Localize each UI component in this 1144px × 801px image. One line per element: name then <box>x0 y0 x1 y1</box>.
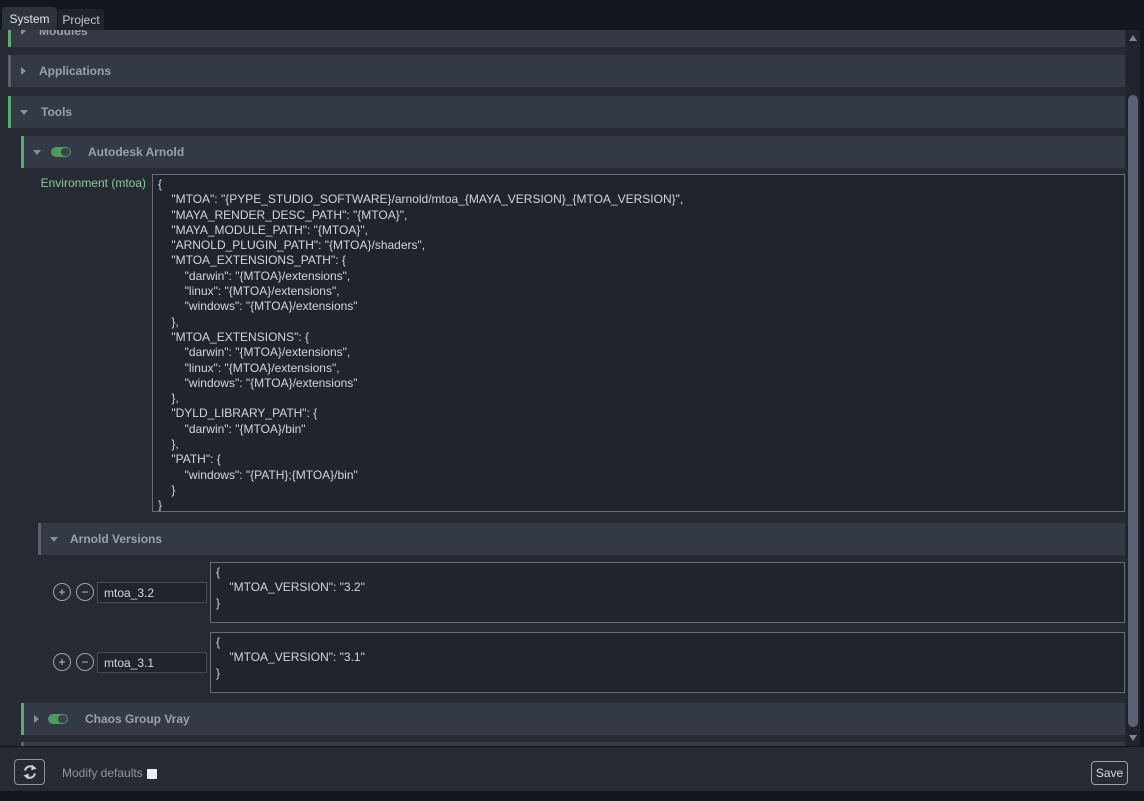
expanded-arrow-icon <box>20 110 28 115</box>
section-header-autodesk-arnold[interactable]: Autodesk Arnold <box>21 136 1125 168</box>
enabled-toggle[interactable] <box>48 714 68 724</box>
section-header-modules[interactable]: Modules <box>8 30 1125 47</box>
environment-field-label: Environment (mtoa) <box>0 176 146 190</box>
add-item-button[interactable]: + <box>53 583 71 601</box>
tab-bar: System Project <box>0 0 1144 30</box>
version-json-editor[interactable]: { "MTOA_VERSION": "3.1" } <box>210 632 1125 693</box>
minus-icon: − <box>81 585 88 599</box>
minus-icon: − <box>81 655 88 669</box>
plus-icon: + <box>58 655 65 669</box>
expanded-arrow-icon <box>33 150 41 155</box>
version-name-input[interactable] <box>97 582 207 603</box>
plus-icon: + <box>58 585 65 599</box>
section-label: Chaos Group Vray <box>85 712 190 726</box>
section-label: Modules <box>39 30 88 38</box>
version-row: + − { "MTOA_VERSION": "3.2" } <box>0 562 1126 623</box>
settings-scroll-area: Modules Applications Tools Autodesk Arno… <box>0 30 1126 746</box>
vertical-scrollbar[interactable] <box>1126 30 1140 746</box>
section-label: Applications <box>39 64 111 78</box>
scroll-up-icon[interactable] <box>1129 35 1137 41</box>
expanded-arrow-icon <box>50 537 58 542</box>
save-button[interactable]: Save <box>1091 761 1128 785</box>
modify-defaults-checkbox[interactable] <box>147 769 157 779</box>
refresh-icon <box>22 764 38 780</box>
collapsed-arrow-icon <box>21 30 26 35</box>
enabled-toggle[interactable] <box>51 147 71 157</box>
tab-system[interactable]: System <box>2 7 57 30</box>
collapsed-arrow-icon <box>34 715 39 723</box>
version-name-input[interactable] <box>97 652 207 673</box>
version-row: + − { "MTOA_VERSION": "3.1" } <box>0 632 1126 693</box>
window-bottom-edge <box>0 791 1144 801</box>
remove-item-button[interactable]: − <box>76 653 94 671</box>
section-header-chaos-group-vray[interactable]: Chaos Group Vray <box>21 703 1125 735</box>
version-json-editor[interactable]: { "MTOA_VERSION": "3.2" } <box>210 562 1125 623</box>
environment-json-editor[interactable]: { "MTOA": "{PYPE_STUDIO_SOFTWARE}/arnold… <box>152 174 1125 512</box>
collapsed-arrow-icon <box>21 67 26 75</box>
tab-project[interactable]: Project <box>58 9 104 30</box>
add-item-button[interactable]: + <box>53 653 71 671</box>
scroll-down-icon[interactable] <box>1129 735 1137 741</box>
section-header-tools[interactable]: Tools <box>8 96 1125 128</box>
section-label: Arnold Versions <box>70 532 162 546</box>
section-label: Tools <box>41 105 72 119</box>
settings-window: System Project Modules Applications Tool… <box>0 0 1144 801</box>
remove-item-button[interactable]: − <box>76 583 94 601</box>
modify-defaults-label: Modify defaults <box>62 766 143 780</box>
refresh-button[interactable] <box>14 759 45 785</box>
section-label: Autodesk Arnold <box>88 145 184 159</box>
section-header-applications[interactable]: Applications <box>8 55 1125 87</box>
scrollbar-thumb[interactable] <box>1128 95 1138 727</box>
footer-bar: Modify defaults Save <box>0 746 1144 791</box>
section-header-arnold-versions[interactable]: Arnold Versions <box>38 523 1125 555</box>
